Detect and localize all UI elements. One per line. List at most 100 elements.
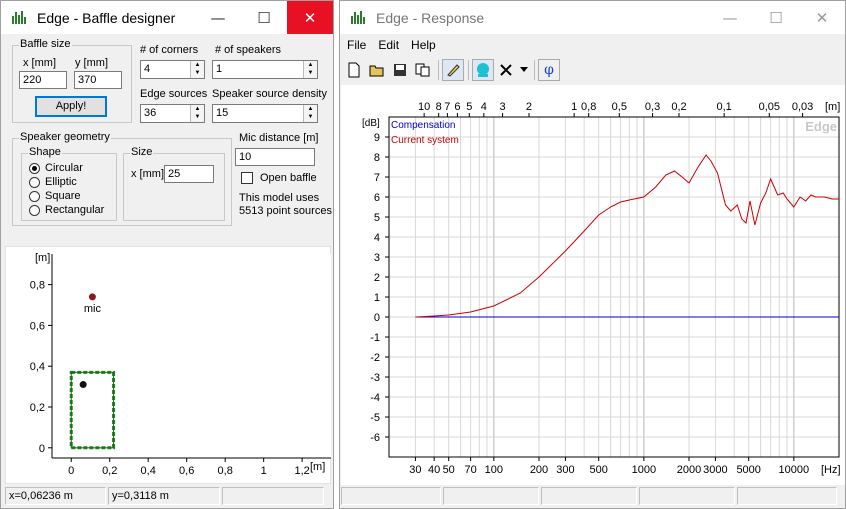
- edge-app-icon: [11, 10, 29, 25]
- x-tick-label: 1000: [632, 464, 656, 476]
- status-empty: [222, 487, 324, 505]
- speaker-marker: [79, 381, 87, 389]
- top-tick-label: 7: [444, 101, 450, 113]
- top-tick-label: 0,1: [716, 101, 731, 113]
- density-label: Speaker source density: [212, 88, 327, 100]
- menu-help[interactable]: Help: [405, 35, 442, 55]
- shape-radio-elliptic[interactable]: Elliptic: [29, 176, 77, 188]
- radio-dot: [29, 190, 40, 202]
- status-y: y=0,3118 m: [108, 487, 220, 505]
- delete-icon[interactable]: [495, 59, 517, 81]
- edge-app-icon: [350, 10, 368, 25]
- y-tick-label: -3: [370, 372, 380, 384]
- size-group: Size: [123, 146, 225, 221]
- dropdown-icon[interactable]: [518, 59, 530, 81]
- close-button[interactable]: ✕: [287, 1, 333, 34]
- apply-button[interactable]: Apply!: [35, 96, 107, 117]
- model-info-line1: This model uses: [239, 192, 320, 204]
- right-statusbar: [341, 487, 839, 505]
- baffle-y-tick-label: 0,8: [30, 280, 45, 292]
- baffle-x-tick-label: 0,8: [218, 465, 233, 477]
- baffle-plot[interactable]: [m] 0,80,60,40,20 0 0,2 0,4 0,6 0,8 1 1,2 mic …: [5, 246, 331, 484]
- top-tick-label: 4: [481, 101, 487, 113]
- shape-radio-circular[interactable]: Circular: [29, 162, 83, 174]
- status-x: x=0,06236 m: [5, 487, 106, 505]
- x-tick-label: 5000: [736, 464, 760, 476]
- baffle-y-tick-label: 0,6: [30, 320, 45, 332]
- y-tick-label: 4: [374, 232, 380, 244]
- radio-dot: [29, 176, 40, 188]
- speakers-spinner[interactable]: 1 ▲ ▼: [212, 60, 318, 79]
- baffle-y-tick-label: 0,4: [30, 361, 45, 373]
- top-tick-label: 3: [500, 101, 506, 113]
- radio-dot: [29, 162, 40, 174]
- toolbar-separator: [438, 60, 439, 80]
- corners-spinner[interactable]: 4 ▲ ▼: [140, 60, 205, 79]
- edge-sources-spinner[interactable]: 36 ▲ ▼: [140, 104, 205, 123]
- copy-icon[interactable]: [412, 59, 434, 81]
- legend-entry: Compensation: [391, 120, 455, 131]
- baffle-size-label: Baffle size: [19, 38, 72, 50]
- maximize-button[interactable]: ☐: [753, 1, 799, 34]
- shape-radio-rectangular[interactable]: Rectangular: [29, 204, 104, 216]
- status-cell-2: [443, 487, 539, 505]
- mic-distance-input[interactable]: 10: [235, 148, 315, 166]
- y-tick-label: 7: [374, 172, 380, 184]
- baffle-y-input[interactable]: 370: [74, 71, 122, 89]
- open-baffle-checkbox[interactable]: Open baffle: [241, 172, 317, 184]
- x-tick-label: 200: [530, 464, 548, 476]
- phase-icon[interactable]: φ: [538, 59, 560, 81]
- close-button[interactable]: ✕: [799, 1, 845, 34]
- response-window: Edge - Response — ☐ ✕ File Edit Help φ 9…: [339, 0, 846, 509]
- baffle-y-label: y [mm]: [75, 57, 108, 69]
- top-tick-label: 0,5: [612, 101, 627, 113]
- speaker-geometry-label: Speaker geometry: [19, 131, 111, 143]
- new-file-icon[interactable]: [343, 59, 365, 81]
- x-tick-label: 50: [443, 464, 455, 476]
- x-tick-label: 30: [409, 464, 421, 476]
- menubar: File Edit Help: [341, 35, 442, 55]
- minimize-button[interactable]: —: [195, 1, 241, 34]
- top-tick-label: 0,8: [581, 101, 596, 113]
- y-tick-label: -1: [370, 332, 380, 344]
- right-window-title: Edge - Response: [376, 9, 485, 26]
- speakers-label: # of speakers: [215, 44, 282, 56]
- menu-edit[interactable]: Edit: [372, 35, 405, 55]
- status-cell-3: [541, 487, 637, 505]
- left-window-title: Edge - Baffle designer: [37, 9, 176, 26]
- corners-label: # of corners: [140, 44, 199, 56]
- y-tick-label: -5: [370, 412, 380, 424]
- top-tick-label: 2: [526, 101, 532, 113]
- y-tick-label: 2: [374, 272, 380, 284]
- baffle-x-tick-label: 0,6: [179, 465, 194, 477]
- menu-file[interactable]: File: [341, 35, 372, 55]
- toolbar-separator: [534, 60, 535, 80]
- shape-radio-square[interactable]: Square: [29, 190, 80, 202]
- minimize-button[interactable]: —: [707, 1, 753, 34]
- mic-marker: [88, 293, 96, 301]
- speaker-icon[interactable]: [472, 59, 494, 81]
- baffle-x-tick-label: 0: [68, 465, 74, 477]
- baffle-designer-window: Edge - Baffle designer — ☐ ✕ Baffle size…: [0, 0, 334, 509]
- pencil-icon[interactable]: [442, 59, 464, 81]
- status-cell-4: [639, 487, 735, 505]
- left-titlebar: Edge - Baffle designer — ☐ ✕: [1, 1, 333, 34]
- save-icon[interactable]: [389, 59, 411, 81]
- top-tick-label: 6: [454, 101, 460, 113]
- baffle-y-tick-label: 0: [39, 443, 45, 455]
- size-x-input[interactable]: 25: [164, 165, 214, 183]
- open-folder-icon[interactable]: [366, 59, 388, 81]
- maximize-button[interactable]: ☐: [241, 1, 287, 34]
- baffle-x-input[interactable]: 220: [19, 71, 67, 89]
- y-tick-label: 9: [374, 132, 380, 144]
- radio-dot: [29, 204, 40, 216]
- x-tick-label: 500: [590, 464, 608, 476]
- top-tick-label: 0,05: [759, 101, 780, 113]
- shape-label: Shape: [28, 146, 62, 158]
- top-tick-label: 1: [571, 101, 577, 113]
- x-tick-label: 2000: [677, 464, 701, 476]
- status-cell-1: [341, 487, 441, 505]
- density-spinner[interactable]: 15 ▲ ▼: [212, 104, 318, 123]
- response-chart[interactable]: 9876543210-1-2-3-4-5-6[dB]30 40 50 70 100 200…: [341, 85, 845, 485]
- x-tick-label: 300: [556, 464, 574, 476]
